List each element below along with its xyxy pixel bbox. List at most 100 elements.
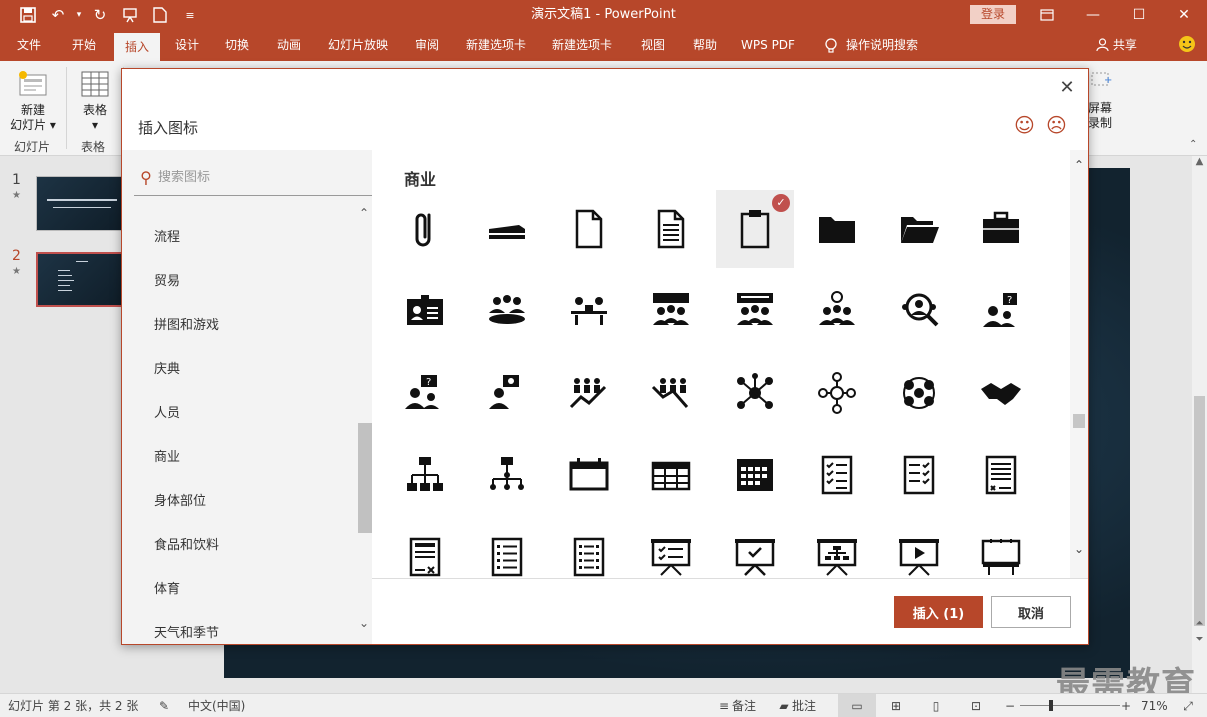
list-icon: [491, 537, 523, 577]
icon-option[interactable]: [468, 272, 546, 350]
frown-feedback-icon[interactable]: ☹: [1046, 113, 1067, 137]
icon-grid: 商业 ✓??: [372, 150, 1088, 578]
icon-option[interactable]: [962, 190, 1040, 268]
category-item[interactable]: 人员: [154, 402, 180, 421]
icon-option[interactable]: [880, 190, 958, 268]
board-checklist-icon: [651, 539, 691, 576]
chevron-up-icon[interactable]: ⌃: [356, 206, 372, 220]
chevron-down-icon[interactable]: ⌄: [356, 616, 372, 630]
question-bubble-person-icon: ?: [405, 375, 439, 409]
chevron-up-icon[interactable]: ⌃: [1070, 158, 1088, 172]
icon-option[interactable]: [550, 518, 628, 578]
icon-option[interactable]: [798, 190, 876, 268]
category-item[interactable]: 体育: [154, 578, 180, 597]
search-input[interactable]: [158, 170, 358, 185]
icon-option[interactable]: [880, 354, 958, 432]
icon-option[interactable]: [550, 436, 628, 514]
icon-option[interactable]: [468, 190, 546, 268]
briefcase-icon: [983, 211, 1019, 243]
smile-feedback-icon[interactable]: ☺: [1014, 113, 1035, 137]
icon-option[interactable]: [880, 518, 958, 578]
icon-option[interactable]: ✓: [716, 190, 794, 268]
icon-option[interactable]: [798, 518, 876, 578]
stapler-icon: [489, 225, 525, 239]
category-item[interactable]: 庆典: [154, 358, 180, 377]
idea-group-icon: [819, 291, 855, 325]
scrollbar-thumb[interactable]: [1073, 414, 1085, 428]
icon-option[interactable]: [632, 190, 710, 268]
icon-option[interactable]: [550, 354, 628, 432]
icon-option[interactable]: [550, 190, 628, 268]
icon-option[interactable]: [386, 436, 464, 514]
icon-option[interactable]: [632, 272, 710, 350]
growth-group-icon: [569, 378, 607, 409]
checklist-alt-icon: [903, 455, 935, 495]
search-icon: ⚲: [140, 168, 152, 187]
icon-option[interactable]: [716, 436, 794, 514]
icon-option[interactable]: [716, 272, 794, 350]
board-org-icon: [817, 539, 857, 576]
icon-grid-scrollbar[interactable]: ⌃ ⌄: [1070, 150, 1088, 578]
icon-option[interactable]: [798, 436, 876, 514]
document-signed-icon: [985, 455, 1017, 495]
dialog-overlay: 插入图标 ✕ ☺ ☹ ⚲ 流程 贸易 拼图和游戏 庆典 人员 商业 身体部位 食…: [0, 0, 1207, 717]
icon-option[interactable]: [632, 436, 710, 514]
scrollbar-thumb[interactable]: [358, 423, 372, 533]
icon-option[interactable]: ?: [386, 354, 464, 432]
icon-option[interactable]: [716, 518, 794, 578]
icon-option[interactable]: [468, 354, 546, 432]
dialog-footer: 插入 (1) 取消: [372, 578, 1088, 644]
calendar-month-icon: [737, 459, 773, 491]
icon-option[interactable]: [798, 272, 876, 350]
section-title: 商业: [404, 170, 437, 189]
icon-option[interactable]: [386, 518, 464, 578]
question-person-icon: ?: [983, 293, 1017, 327]
check-icon: ✓: [772, 194, 790, 212]
clipboard-icon: [740, 210, 770, 249]
icon-option[interactable]: [962, 436, 1040, 514]
category-item[interactable]: 流程: [154, 226, 180, 245]
insert-button[interactable]: 插入 (1): [894, 596, 983, 628]
chevron-down-icon[interactable]: ⌄: [1070, 542, 1088, 556]
icon-option[interactable]: [632, 518, 710, 578]
idea-bubble-person-icon: [489, 375, 519, 409]
icon-option[interactable]: [880, 436, 958, 514]
icon-option[interactable]: [468, 436, 546, 514]
user-network-icon: [818, 372, 856, 414]
category-item[interactable]: 天气和季节: [154, 622, 219, 641]
document-icon: [575, 209, 603, 249]
category-item[interactable]: 商业: [154, 446, 180, 465]
icon-option[interactable]: [550, 272, 628, 350]
icon-option[interactable]: [962, 354, 1040, 432]
icon-option[interactable]: ?: [962, 272, 1040, 350]
board-check-icon: [735, 539, 775, 576]
team-desk-icon: [571, 297, 607, 325]
category-item[interactable]: 食品和饮料: [154, 534, 219, 553]
icon-option[interactable]: [632, 354, 710, 432]
icon-option[interactable]: [716, 354, 794, 432]
icon-option[interactable]: [880, 272, 958, 350]
icon-option[interactable]: [798, 354, 876, 432]
icon-option[interactable]: [962, 518, 1040, 578]
handshake-icon: [981, 383, 1021, 405]
insert-icons-dialog: 插入图标 ✕ ☺ ☹ ⚲ 流程 贸易 拼图和游戏 庆典 人员 商业 身体部位 食…: [121, 68, 1089, 645]
category-item[interactable]: 拼图和游戏: [154, 314, 219, 333]
calendar-icon: [569, 458, 609, 491]
contract-icon: [409, 537, 441, 577]
icon-option[interactable]: [386, 272, 464, 350]
category-pane: ⚲ 流程 贸易 拼图和游戏 庆典 人员 商业 身体部位 食品和饮料 体育 天气和…: [122, 150, 372, 644]
category-scrollbar[interactable]: ⌃ ⌄: [356, 206, 372, 638]
category-item[interactable]: 身体部位: [154, 490, 206, 509]
checklist-icon: [821, 455, 853, 495]
icon-option[interactable]: [468, 518, 546, 578]
folder-icon: [819, 217, 855, 243]
svg-text:?: ?: [1007, 295, 1012, 306]
network-icon: [737, 373, 773, 409]
document-text-icon: [657, 209, 685, 249]
id-card-icon: [407, 295, 443, 325]
cancel-button[interactable]: 取消: [991, 596, 1071, 628]
search-people-icon: [902, 293, 939, 327]
close-icon[interactable]: ✕: [1056, 77, 1078, 99]
icon-option[interactable]: [386, 190, 464, 268]
category-item[interactable]: 贸易: [154, 270, 180, 289]
